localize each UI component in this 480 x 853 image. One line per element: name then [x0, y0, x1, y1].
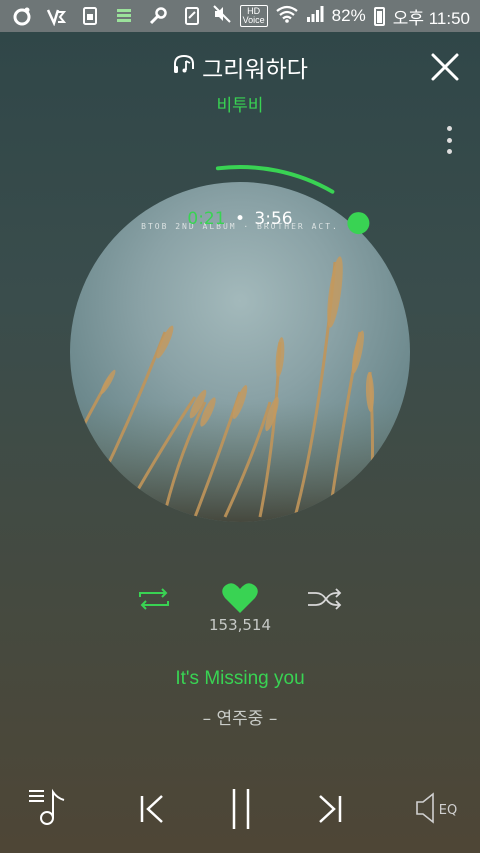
like-count: 153,514 — [208, 616, 272, 634]
song-title: 그리워하다 — [202, 57, 308, 83]
battery-percent: 82% — [331, 6, 366, 25]
album-art-container: BTOB 2ND ALBUM · BROTHER ACT. — [70, 164, 410, 522]
song-title-row: 그리워하다 — [0, 50, 480, 84]
v3-icon — [46, 6, 66, 26]
lyric-line[interactable]: It's Missing you — [0, 668, 480, 690]
time-separator: • — [234, 209, 246, 229]
playlist-icon — [29, 788, 65, 825]
shuffle-button[interactable] — [306, 584, 344, 614]
previous-button[interactable] — [136, 790, 170, 828]
eq-label: EQ — [438, 802, 458, 818]
mute-icon — [212, 4, 232, 29]
shuffle-icon — [308, 588, 342, 610]
close-button[interactable] — [428, 50, 462, 84]
eq-icon — [415, 792, 434, 824]
voice-label: Voice — [242, 15, 265, 25]
previous-icon — [140, 795, 163, 823]
next-icon — [319, 795, 342, 823]
playback-state: – 연주중 – — [202, 709, 278, 729]
more-icon-dot — [446, 126, 452, 131]
wifi-icon — [275, 5, 298, 28]
signal-icon — [306, 5, 324, 28]
mid-controls — [0, 580, 480, 616]
heart-icon — [222, 583, 258, 613]
pause-icon — [232, 789, 250, 829]
app-notification-icon — [12, 6, 32, 26]
repeat-button[interactable] — [136, 584, 172, 614]
repeat-icon — [139, 588, 169, 610]
more-options-button[interactable] — [444, 126, 454, 154]
hd-voice-badge: HD Voice — [239, 5, 268, 27]
eq-button[interactable]: EQ — [412, 790, 460, 826]
like-button[interactable] — [220, 580, 260, 616]
more-icon-dot — [446, 137, 452, 143]
pause-button[interactable] — [224, 786, 258, 832]
next-button[interactable] — [312, 790, 346, 828]
close-icon — [431, 53, 459, 81]
document-icon — [182, 6, 202, 26]
list-icon — [114, 6, 134, 26]
playlist-button[interactable] — [26, 786, 68, 828]
battery-icon — [373, 6, 385, 26]
artist-name[interactable]: 비투비 — [0, 91, 480, 116]
bottom-controls: EQ — [0, 786, 480, 832]
clock: 오후 11:50 — [392, 8, 470, 28]
sim-icon — [80, 6, 100, 26]
time-display: 0:21 • 3:56 — [0, 209, 480, 229]
progress-arc — [215, 164, 335, 194]
current-time: 0:21 — [187, 209, 226, 229]
wrench-icon — [148, 6, 168, 26]
headphone-icon — [172, 53, 196, 81]
status-bar: HD Voice 82% 오후 11:50 — [0, 0, 480, 32]
progress-ring[interactable] — [70, 164, 410, 522]
total-time: 3:56 — [254, 209, 293, 229]
more-icon-dot — [446, 149, 452, 154]
